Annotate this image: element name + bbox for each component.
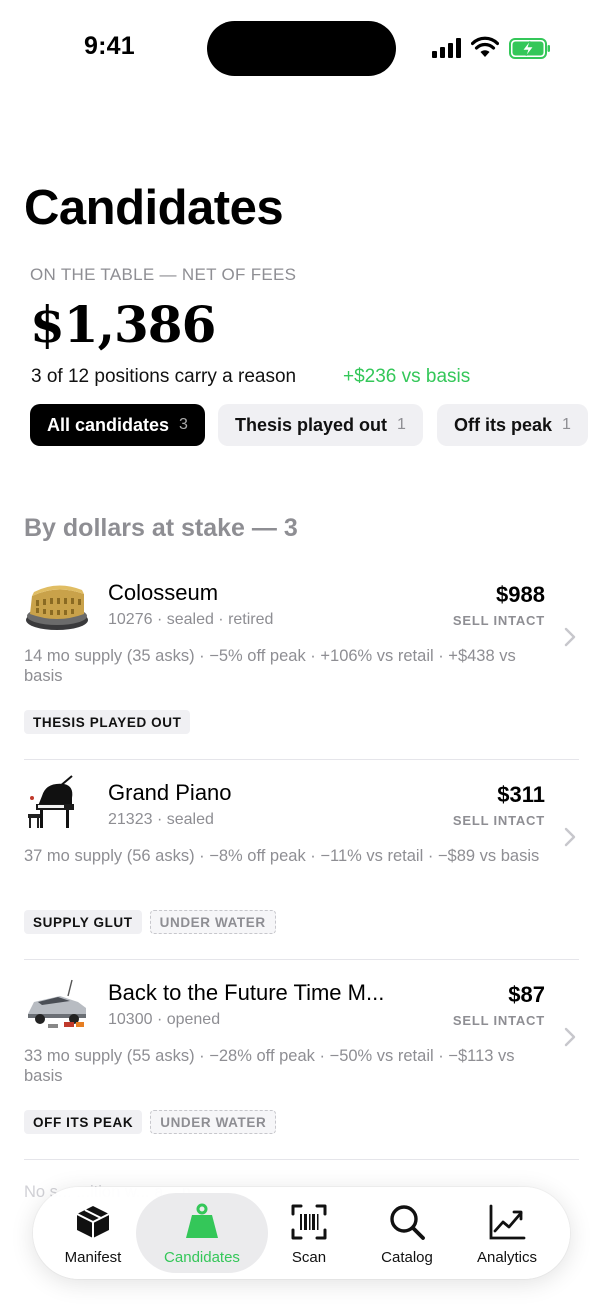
total-amount: $1,386 (30, 295, 216, 354)
tab-label: Candidates (164, 1249, 240, 1266)
filter-off-its-peak[interactable]: Off its peak 1 (437, 404, 588, 446)
filter-label: Thesis played out (235, 414, 388, 435)
dynamic-island (207, 21, 396, 76)
box-icon (76, 1206, 110, 1238)
status-bar: 9:41 (0, 0, 603, 96)
wifi-icon (471, 36, 499, 57)
filter-all-candidates[interactable]: All candidates 3 (30, 404, 205, 446)
vs-basis-delta: +$236 vs basis (343, 366, 471, 387)
tag-under-water: UNDER WATER (150, 1110, 277, 1134)
tab-analytics[interactable]: Analytics (457, 1187, 557, 1279)
item-name: Colosseum (108, 580, 219, 605)
cellular-signal-icon (432, 38, 462, 58)
item-price: $311 (497, 782, 545, 807)
item-stats: 33 mo supply (55 asks) · −28% off peak ·… (24, 1047, 515, 1085)
tab-catalog[interactable]: Catalog (357, 1187, 457, 1279)
item-stats: 37 mo supply (56 asks) · −8% off peak · … (24, 847, 540, 865)
tag-thesis-played-out: THESIS PLAYED OUT (24, 710, 191, 734)
tab-candidates[interactable]: Candidates (152, 1187, 252, 1279)
item-action: SELL INTACT (452, 1013, 545, 1028)
candidate-card-grand-piano[interactable]: Grand Piano 21323 · sealed $311 SELL INT… (24, 760, 579, 960)
chevron-right-icon (564, 627, 576, 647)
chart-line-icon (489, 1204, 526, 1240)
filter-label: Off its peak (454, 414, 553, 435)
search-icon (390, 1205, 425, 1240)
candidate-card-back-to-the-future[interactable]: Back to the Future Time M... 10300 · ope… (24, 960, 579, 1160)
tab-label: Scan (291, 1249, 327, 1266)
filter-thesis-played-out[interactable]: Thesis played out 1 (218, 404, 423, 446)
chevron-right-icon (564, 1027, 576, 1047)
tag-list: SUPPLY GLUT UNDER WATER (24, 910, 276, 934)
delorean-thumbnail (28, 979, 86, 1028)
item-meta: 10276 · sealed · retired (108, 611, 274, 628)
tag-under-water: UNDER WATER (149, 910, 276, 934)
positions-summary: 3 of 12 positions carry a reason (31, 366, 297, 387)
filter-label: All candidates (47, 414, 170, 435)
tab-label: Manifest (64, 1249, 122, 1266)
item-price: $87 (508, 982, 545, 1007)
net-of-fees-label: ON THE TABLE — NET OF FEES (30, 265, 297, 284)
item-action: SELL INTACT (452, 813, 545, 828)
weight-icon (186, 1203, 218, 1238)
barcode-scan-icon (291, 1204, 327, 1240)
tab-label: Analytics (476, 1249, 538, 1266)
filter-count: 1 (562, 416, 571, 433)
item-meta: 10300 · opened (108, 1011, 221, 1028)
item-price: $988 (496, 582, 545, 607)
status-time: 9:41 (84, 32, 135, 60)
item-name: Back to the Future Time M... (108, 980, 385, 1005)
tab-manifest[interactable]: Manifest (43, 1187, 143, 1279)
item-meta: 21323 · sealed (108, 811, 214, 828)
tag-supply-glut: SUPPLY GLUT (24, 910, 142, 934)
filter-count: 3 (179, 416, 188, 433)
chevron-right-icon (564, 827, 576, 847)
tab-label: Catalog (381, 1249, 433, 1266)
tag-off-its-peak: OFF ITS PEAK (24, 1110, 143, 1134)
tag-list: THESIS PLAYED OUT (24, 710, 191, 734)
page-title: Candidates (24, 181, 284, 235)
filter-count: 1 (397, 416, 406, 433)
tag-list: OFF ITS PEAK UNDER WATER (24, 1110, 277, 1134)
item-action: SELL INTACT (452, 613, 545, 628)
battery-charging-icon (509, 38, 550, 59)
tab-scan[interactable]: Scan (259, 1187, 359, 1279)
filter-chips: All candidates 3 Thesis played out 1 Off… (0, 404, 603, 446)
item-name: Grand Piano (108, 780, 232, 805)
section-heading: By dollars at stake — 3 (24, 514, 298, 542)
colosseum-thumbnail (26, 585, 88, 630)
tab-bar: Manifest Candidates Scan Catalog Analyti… (33, 1187, 570, 1279)
candidate-card-colosseum[interactable]: Colosseum 10276 · sealed · retired $988 … (24, 560, 579, 760)
grand-piano-thumbnail (28, 775, 74, 828)
item-stats: 14 mo supply (35 asks) · −5% off peak · … (24, 647, 516, 685)
